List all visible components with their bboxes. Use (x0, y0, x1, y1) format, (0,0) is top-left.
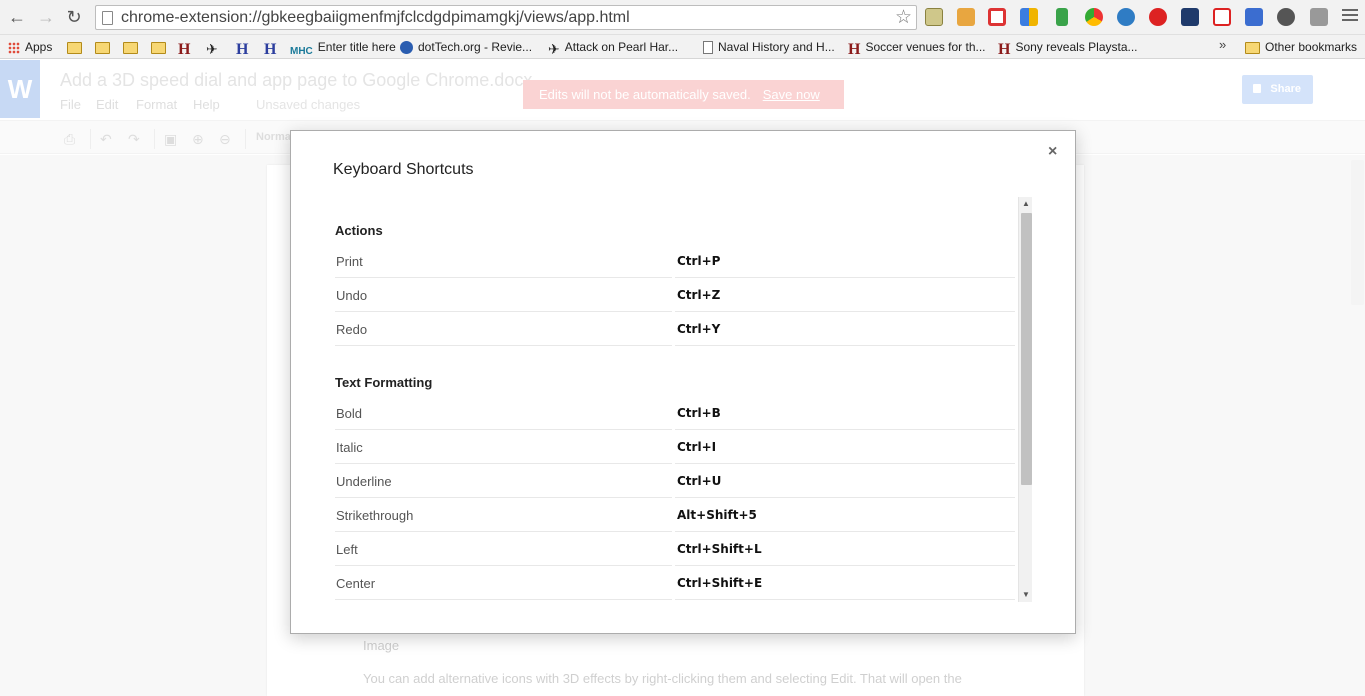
plane-icon: ✈ (548, 41, 560, 57)
h-blue-icon: H (236, 41, 249, 58)
apps-grid-icon (8, 42, 20, 54)
shortcut-action: Left (336, 542, 358, 557)
table-row: Undo Ctrl+Z (335, 278, 1015, 312)
row-divider (675, 599, 1015, 600)
folder-icon (1245, 42, 1260, 54)
history-h-icon: H (998, 41, 1011, 58)
bookmark-enter-title[interactable]: MHC Enter title here (290, 38, 396, 57)
history-h-icon: H (178, 41, 191, 58)
dark-circle-extension-icon[interactable] (1277, 8, 1295, 26)
notes-extension-icon[interactable] (925, 8, 943, 26)
bookmark-other[interactable]: Other bookmarks (1245, 38, 1357, 56)
shortcut-keys: Ctrl+I (677, 440, 717, 454)
pocket-extension-icon[interactable] (988, 8, 1006, 26)
section-heading-actions: Actions (335, 223, 383, 238)
shortcut-keys: Ctrl+Y (677, 322, 721, 336)
shortcut-keys: Ctrl+P (677, 254, 721, 268)
shortcut-action: Undo (336, 288, 368, 303)
close-icon[interactable]: × (1048, 143, 1057, 161)
folder-icon (95, 42, 110, 54)
scroll-down-arrow-icon[interactable]: ▼ (1019, 588, 1033, 602)
h-blue-icon: H (264, 41, 277, 58)
browser-toolbar: ← → ↻ chrome-extension://gbkeegbaiigmenf… (0, 0, 1365, 35)
plane-icon: ✈ (206, 41, 218, 57)
shortcut-action: Center (336, 576, 376, 591)
bookmark-apps[interactable]: Apps (8, 38, 52, 56)
shortcut-action: Strikethrough (336, 508, 414, 523)
section-heading-text-formatting: Text Formatting (335, 375, 433, 390)
dialog-scrollbar[interactable]: ▲ ▼ (1018, 197, 1032, 602)
table-row: Print Ctrl+P (335, 244, 1015, 278)
chrome-color-icon[interactable] (1085, 8, 1103, 26)
puzzle-extension-icon[interactable] (1020, 8, 1038, 26)
shortcut-keys: Ctrl+Z (677, 288, 721, 302)
table-row: Center Ctrl+Shift+E (335, 566, 1015, 600)
table-row: Left Ctrl+Shift+L (335, 532, 1015, 566)
bookmark-star-icon[interactable]: ☆ (895, 6, 912, 29)
row-divider (335, 599, 672, 600)
dialog-title: Keyboard Shortcuts (333, 161, 474, 178)
bookmark-soccer[interactable]: H Soccer venues for th... (848, 38, 986, 58)
user-extension-icon[interactable] (1310, 8, 1328, 26)
shortcut-keys: Ctrl+Shift+E (677, 576, 763, 590)
bookmark-h-blue-1[interactable]: H (236, 38, 253, 58)
shortcut-action: Underline (336, 474, 392, 489)
bookmark-naval-history[interactable]: Naval History and H... (703, 38, 835, 56)
search-extension-icon[interactable] (1213, 8, 1231, 26)
table-row: Underline Ctrl+U (335, 464, 1015, 498)
chrome-menu-icon[interactable] (1342, 9, 1358, 25)
address-bar[interactable]: chrome-extension://gbkeegbaiigmenfmjfclc… (95, 5, 917, 30)
document-icon (703, 41, 713, 54)
keyboard-shortcuts-dialog: Keyboard Shortcuts × Actions Print Ctrl+… (290, 130, 1076, 634)
bookmark-folder-4[interactable] (151, 38, 171, 56)
url-text[interactable]: chrome-extension://gbkeegbaiigmenfmjfclc… (121, 9, 630, 27)
scroll-up-arrow-icon[interactable]: ▲ (1019, 197, 1033, 211)
windows-extension-icon[interactable] (1245, 8, 1263, 26)
shortcut-keys: Ctrl+B (677, 406, 721, 420)
shortcut-action: Print (336, 254, 363, 269)
bookmark-pearl-harbor[interactable]: ✈ Attack on Pearl Har... (548, 38, 678, 57)
folder-icon (123, 42, 138, 54)
shortcuts-list-viewport[interactable]: Actions Print Ctrl+P Undo Ctrl+Z Redo Ct… (335, 196, 1033, 603)
bookmark-folder-1[interactable] (67, 38, 87, 56)
updown-arrow-icon[interactable] (1056, 8, 1068, 26)
shortcut-keys: Ctrl+U (677, 474, 722, 488)
table-row: Italic Ctrl+I (335, 430, 1015, 464)
forward-arrow-icon[interactable]: → (35, 6, 57, 28)
camera-extension-icon[interactable] (1181, 8, 1199, 26)
shortcut-keys: Ctrl+Shift+L (677, 542, 762, 556)
mhc-icon: MHC (290, 46, 313, 57)
bookmark-folder-2[interactable] (95, 38, 115, 56)
history-h-icon: H (848, 41, 861, 58)
shortcut-action: Bold (336, 406, 363, 421)
java-extension-icon[interactable] (957, 8, 975, 26)
bookmark-history-1[interactable]: H (178, 38, 195, 58)
shortcut-action: Italic (336, 440, 363, 455)
reload-icon[interactable]: ↻ (63, 6, 85, 28)
bookmark-sony[interactable]: H Sony reveals Playsta... (998, 38, 1138, 58)
globe-icon[interactable] (1117, 8, 1135, 26)
row-divider (675, 345, 1015, 346)
bookmarks-bar: Apps H ✈ H H MHC Enter title here dotTech… (0, 35, 1365, 59)
bookmark-plane-1[interactable]: ✈ (206, 38, 223, 57)
bookmarks-overflow-chevron[interactable]: » (1219, 37, 1226, 52)
page-icon (102, 11, 113, 25)
scroll-thumb[interactable] (1021, 213, 1032, 485)
table-row: Strikethrough Alt+Shift+5 (335, 498, 1015, 532)
bookmark-h-blue-2[interactable]: H (264, 38, 281, 58)
folder-icon (67, 42, 82, 54)
shortcuts-list: Actions Print Ctrl+P Undo Ctrl+Z Redo Ct… (335, 196, 1015, 600)
dottech-icon (400, 41, 413, 54)
row-divider (335, 345, 672, 346)
back-arrow-icon[interactable]: ← (6, 6, 28, 28)
shortcut-keys: Alt+Shift+5 (677, 508, 757, 522)
folder-icon (151, 42, 166, 54)
bookmark-folder-3[interactable] (123, 38, 143, 56)
bookmark-dottech[interactable]: dotTech.org - Revie... (400, 38, 532, 56)
shortcut-action: Redo (336, 322, 368, 337)
table-row: Redo Ctrl+Y (335, 312, 1015, 346)
table-row: Bold Ctrl+B (335, 396, 1015, 430)
hat-extension-icon[interactable] (1149, 8, 1167, 26)
